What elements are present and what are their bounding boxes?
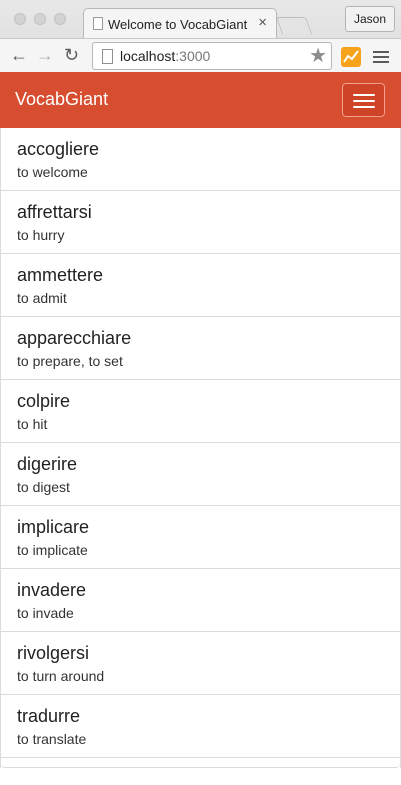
list-item[interactable]: digerire to digest: [1, 443, 400, 506]
list-item[interactable]: ammettere to admit: [1, 254, 400, 317]
word-title: apparecchiare: [17, 328, 132, 348]
list-item[interactable]: invadere to invade: [1, 569, 400, 632]
forward-icon[interactable]: →: [36, 45, 54, 65]
word-meaning: to hit: [17, 416, 48, 432]
list-item[interactable]: tradurre to translate: [1, 695, 400, 758]
app-navbar: VocabGiant: [0, 72, 401, 128]
list-item[interactable]: affrettarsi to hurry: [1, 191, 400, 254]
word-meaning: to hurry: [17, 227, 65, 243]
word-meaning: to turn around: [17, 668, 105, 684]
navbar-toggle-button[interactable]: [342, 83, 385, 117]
reload-icon[interactable]: ↻: [64, 45, 79, 65]
browser-tab[interactable]: Welcome to VocabGiant ×: [83, 8, 277, 38]
minimize-window-button[interactable]: [34, 13, 46, 25]
word-meaning: to invade: [17, 605, 74, 621]
back-icon[interactable]: ←: [10, 45, 28, 65]
profile-button[interactable]: Jason: [344, 6, 395, 32]
word-title: tradurre: [17, 706, 81, 726]
list-bottom-border: [1, 758, 400, 768]
word-meaning: to translate: [17, 731, 87, 747]
word-meaning: to welcome: [17, 164, 88, 180]
word-title: accogliere: [17, 139, 100, 159]
word-meaning: to prepare, to set: [17, 353, 123, 369]
new-tab-button[interactable]: [275, 17, 313, 34]
word-title: implicare: [17, 517, 90, 537]
word-title: ammettere: [17, 265, 104, 285]
tab-title: Welcome to VocabGiant: [108, 17, 248, 32]
brand-logo[interactable]: VocabGiant: [15, 89, 108, 110]
hamburger-bar-icon: [353, 100, 375, 102]
hamburger-menu-icon[interactable]: [373, 51, 389, 66]
word-title: invadere: [17, 580, 87, 600]
list-item[interactable]: colpire to hit: [1, 380, 400, 443]
hamburger-bar-icon: [353, 94, 375, 96]
tab-close-icon[interactable]: ×: [258, 15, 267, 31]
chart-extension-icon[interactable]: [341, 47, 361, 67]
hamburger-bar-icon: [353, 106, 375, 108]
list-item[interactable]: accogliere to welcome: [1, 128, 400, 191]
address-bar[interactable]: localhost:3000 ★: [92, 42, 332, 70]
list-item[interactable]: implicare to implicate: [1, 506, 400, 569]
list-item[interactable]: apparecchiare to prepare, to set: [1, 317, 400, 380]
word-title: affrettarsi: [17, 202, 92, 222]
close-window-button[interactable]: [14, 13, 26, 25]
vocab-list: accogliere to welcome affrettarsi to hur…: [0, 128, 401, 768]
word-meaning: to admit: [17, 290, 67, 306]
url-text[interactable]: localhost:3000: [120, 48, 210, 64]
word-title: rivolgersi: [17, 643, 90, 663]
word-title: digerire: [17, 454, 78, 474]
browser-chrome: Welcome to VocabGiant × Jason ← → ↻ loca…: [0, 0, 401, 72]
page-icon: [93, 17, 103, 30]
zoom-window-button[interactable]: [54, 13, 66, 25]
word-meaning: to digest: [17, 479, 70, 495]
browser-toolbar: ← → ↻ localhost:3000 ★: [0, 38, 401, 72]
word-title: colpire: [17, 391, 71, 411]
list-item[interactable]: rivolgersi to turn around: [1, 632, 400, 695]
star-icon[interactable]: ★: [309, 45, 327, 67]
word-meaning: to implicate: [17, 542, 88, 558]
page-icon: [102, 49, 113, 64]
